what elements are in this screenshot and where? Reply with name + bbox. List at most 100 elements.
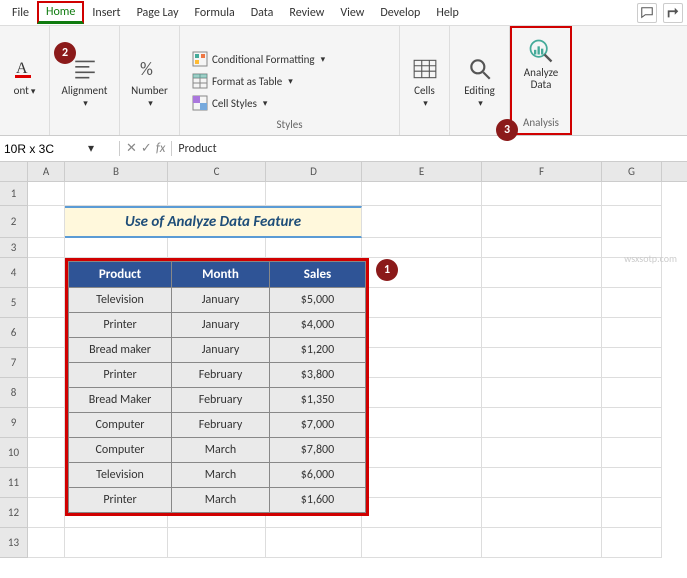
cells-area[interactable]: Use of Analyze Data Feature Pro	[28, 182, 687, 558]
row-header[interactable]: 7	[0, 348, 28, 378]
table-row[interactable]: TelevisionMarch$6,000	[69, 463, 366, 488]
ribbon-group-cells: Cells▾	[400, 26, 450, 135]
table-row[interactable]: PrinterJanuary$4,000	[69, 313, 366, 338]
table-cell[interactable]: Printer	[69, 363, 172, 388]
table-cell[interactable]: January	[172, 338, 270, 363]
table-row[interactable]: TelevisionJanuary$5,000	[69, 288, 366, 313]
table-cell[interactable]: Printer	[69, 313, 172, 338]
menu-home[interactable]: Home	[37, 1, 84, 24]
col-header-c[interactable]: C	[168, 162, 266, 181]
number-button[interactable]: % Number▾	[125, 51, 175, 131]
row-header[interactable]: 2	[0, 206, 28, 238]
title-cell[interactable]: Use of Analyze Data Feature	[65, 206, 362, 238]
table-cell[interactable]: $4,000	[270, 313, 366, 338]
table-cell[interactable]: $1,350	[270, 388, 366, 413]
table-cell[interactable]: January	[172, 288, 270, 313]
share-icon[interactable]	[663, 3, 683, 23]
table-cell[interactable]: Computer	[69, 438, 172, 463]
table-cell[interactable]: Computer	[69, 413, 172, 438]
menu-formulas[interactable]: Formula	[187, 3, 243, 23]
row-header[interactable]: 9	[0, 408, 28, 438]
row-header[interactable]: 11	[0, 468, 28, 498]
cells-button[interactable]: Cells▾	[400, 51, 450, 131]
enter-icon[interactable]: ✓	[141, 141, 152, 156]
formula-icons: ✕ ✓ fx	[120, 141, 172, 156]
table-cell[interactable]: March	[172, 463, 270, 488]
table-cell[interactable]: $1,200	[270, 338, 366, 363]
table-cell[interactable]: February	[172, 413, 270, 438]
analyze-data-button[interactable]: AnalyzeData	[516, 33, 566, 113]
menu-review[interactable]: Review	[281, 3, 332, 23]
cancel-icon[interactable]: ✕	[126, 141, 137, 156]
menu-page-layout[interactable]: Page Lay	[129, 3, 187, 23]
col-header-g[interactable]: G	[602, 162, 662, 181]
fx-icon[interactable]: fx	[156, 141, 166, 156]
ribbon: A ont▾ Alignment▾ % Number▾ Conditi	[0, 26, 687, 136]
formula-input[interactable]: Product	[172, 142, 687, 156]
row-header[interactable]: 3	[0, 238, 28, 258]
table-cell[interactable]: Bread maker	[69, 338, 172, 363]
menu-insert[interactable]: Insert	[84, 3, 128, 23]
cell-styles-button[interactable]: Cell Styles▾	[188, 93, 391, 113]
cell-styles-label: Cell Styles	[212, 97, 257, 110]
table-header[interactable]: Sales	[270, 262, 366, 288]
table-row[interactable]: ComputerFebruary$7,000	[69, 413, 366, 438]
conditional-formatting-button[interactable]: Conditional Formatting▾	[188, 49, 391, 69]
table-cell[interactable]: $6,000	[270, 463, 366, 488]
col-header-d[interactable]: D	[266, 162, 362, 181]
table-cell[interactable]: $5,000	[270, 288, 366, 313]
data-table[interactable]: Product Month Sales TelevisionJanuary$5,…	[68, 261, 366, 513]
table-cell[interactable]: Television	[69, 463, 172, 488]
row-header[interactable]: 8	[0, 378, 28, 408]
menu-developer[interactable]: Develop	[372, 3, 428, 23]
ribbon-group-analysis: AnalyzeData Analysis 3	[510, 26, 572, 135]
editing-button[interactable]: Editing▾	[455, 51, 505, 131]
row-header[interactable]: 10	[0, 438, 28, 468]
row-header[interactable]: 4	[0, 258, 28, 288]
table-cell[interactable]: $3,800	[270, 363, 366, 388]
cells-icon	[411, 55, 439, 83]
table-cell[interactable]: $7,800	[270, 438, 366, 463]
table-row[interactable]: PrinterFebruary$3,800	[69, 363, 366, 388]
table-cell[interactable]: Bread Maker	[69, 388, 172, 413]
name-box-input[interactable]	[4, 142, 84, 156]
format-as-table-button[interactable]: Format as Table▾	[188, 71, 391, 91]
table-cell[interactable]: $1,600	[270, 488, 366, 513]
row-header[interactable]: 13	[0, 528, 28, 558]
table-cell[interactable]: March	[172, 488, 270, 513]
table-cell[interactable]: $7,000	[270, 413, 366, 438]
table-cell[interactable]: February	[172, 363, 270, 388]
col-header-a[interactable]: A	[28, 162, 65, 181]
name-box[interactable]: ▾	[0, 141, 120, 156]
menu-file[interactable]: File	[4, 3, 37, 23]
font-button[interactable]: A ont▾	[0, 51, 50, 131]
col-header-f[interactable]: F	[482, 162, 602, 181]
row-header[interactable]: 6	[0, 318, 28, 348]
table-cell[interactable]: February	[172, 388, 270, 413]
step-badge-2: 2	[54, 42, 76, 64]
row-header[interactable]: 5	[0, 288, 28, 318]
data-table-selection[interactable]: Product Month Sales TelevisionJanuary$5,…	[65, 258, 369, 516]
name-box-dropdown[interactable]: ▾	[84, 141, 98, 156]
table-cell[interactable]: January	[172, 313, 270, 338]
table-header[interactable]: Month	[172, 262, 270, 288]
table-row[interactable]: Bread makerJanuary$1,200	[69, 338, 366, 363]
col-header-e[interactable]: E	[362, 162, 482, 181]
table-cell[interactable]: Printer	[69, 488, 172, 513]
menu-view[interactable]: View	[332, 3, 372, 23]
font-label: ont▾	[14, 85, 36, 97]
table-row[interactable]: Bread MakerFebruary$1,350	[69, 388, 366, 413]
table-row[interactable]: ComputerMarch$7,800	[69, 438, 366, 463]
search-icon	[466, 55, 494, 83]
comments-icon[interactable]	[637, 3, 657, 23]
table-row[interactable]: PrinterMarch$1,600	[69, 488, 366, 513]
row-header[interactable]: 1	[0, 182, 28, 206]
table-cell[interactable]: March	[172, 438, 270, 463]
select-all-triangle[interactable]	[0, 162, 28, 181]
table-cell[interactable]: Television	[69, 288, 172, 313]
menu-help[interactable]: Help	[428, 3, 467, 23]
col-header-b[interactable]: B	[65, 162, 168, 181]
row-header[interactable]: 12	[0, 498, 28, 528]
menu-data[interactable]: Data	[243, 3, 282, 23]
table-header[interactable]: Product	[69, 262, 172, 288]
